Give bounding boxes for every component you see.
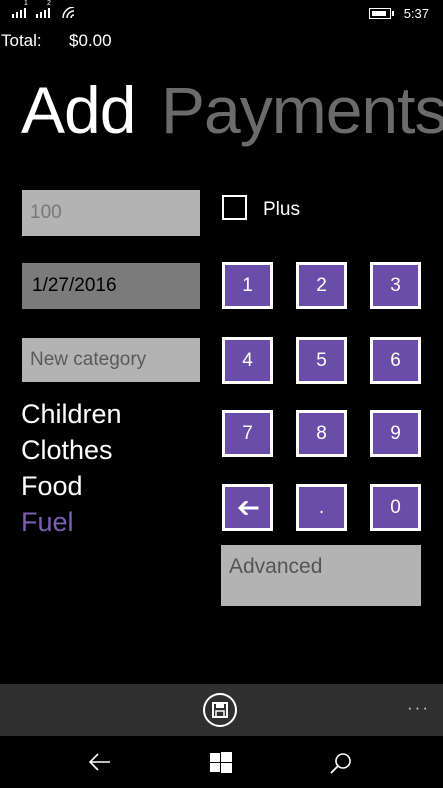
signal-strength-icon	[12, 8, 26, 18]
search-button[interactable]	[330, 752, 352, 774]
signal-strength-sim2-icon	[36, 8, 50, 18]
key-3[interactable]: 3	[370, 262, 421, 309]
key-8[interactable]: 8	[296, 410, 347, 457]
sim1-label: 1	[24, 0, 28, 7]
amount-input[interactable]	[22, 190, 200, 236]
status-bar: 1 2 5:37	[0, 0, 443, 26]
back-arrow-icon	[88, 753, 110, 771]
sim2-label: 2	[47, 0, 51, 7]
category-item-children[interactable]: Children	[21, 396, 122, 432]
search-icon	[330, 753, 351, 774]
more-options-button[interactable]: ···	[407, 698, 430, 718]
start-button[interactable]	[210, 752, 232, 774]
plus-checkbox[interactable]	[222, 195, 247, 220]
category-item-fuel[interactable]: Fuel	[21, 504, 122, 540]
clock: 5:37	[403, 6, 429, 21]
date-field[interactable]	[22, 263, 200, 309]
key-decimal[interactable]: .	[296, 484, 347, 531]
key-2[interactable]: 2	[296, 262, 347, 309]
battery-icon	[369, 8, 394, 19]
backspace-arrow-icon	[237, 500, 258, 515]
total-value: $0.00	[69, 31, 112, 50]
key-5[interactable]: 5	[296, 337, 347, 384]
pivot-header-add[interactable]: Add	[21, 72, 136, 148]
save-icon	[212, 702, 228, 718]
key-7[interactable]: 7	[222, 410, 273, 457]
advanced-input[interactable]: Advanced	[221, 545, 421, 606]
category-list: Children Clothes Food Fuel	[21, 396, 122, 540]
pivot-header-payments[interactable]: Payments	[161, 72, 443, 148]
wifi-icon	[62, 7, 75, 19]
key-4[interactable]: 4	[222, 337, 273, 384]
new-category-input[interactable]	[22, 338, 200, 382]
key-6[interactable]: 6	[370, 337, 421, 384]
backspace-key[interactable]	[222, 484, 273, 531]
key-1[interactable]: 1	[222, 262, 273, 309]
key-9[interactable]: 9	[370, 410, 421, 457]
plus-label: Plus	[263, 199, 300, 220]
save-button[interactable]	[203, 693, 237, 727]
total-label: Total:	[1, 31, 42, 50]
category-item-clothes[interactable]: Clothes	[21, 432, 122, 468]
back-button[interactable]	[88, 752, 112, 772]
category-item-food[interactable]: Food	[21, 468, 122, 504]
windows-logo-icon	[210, 752, 232, 773]
key-0[interactable]: 0	[370, 484, 421, 531]
